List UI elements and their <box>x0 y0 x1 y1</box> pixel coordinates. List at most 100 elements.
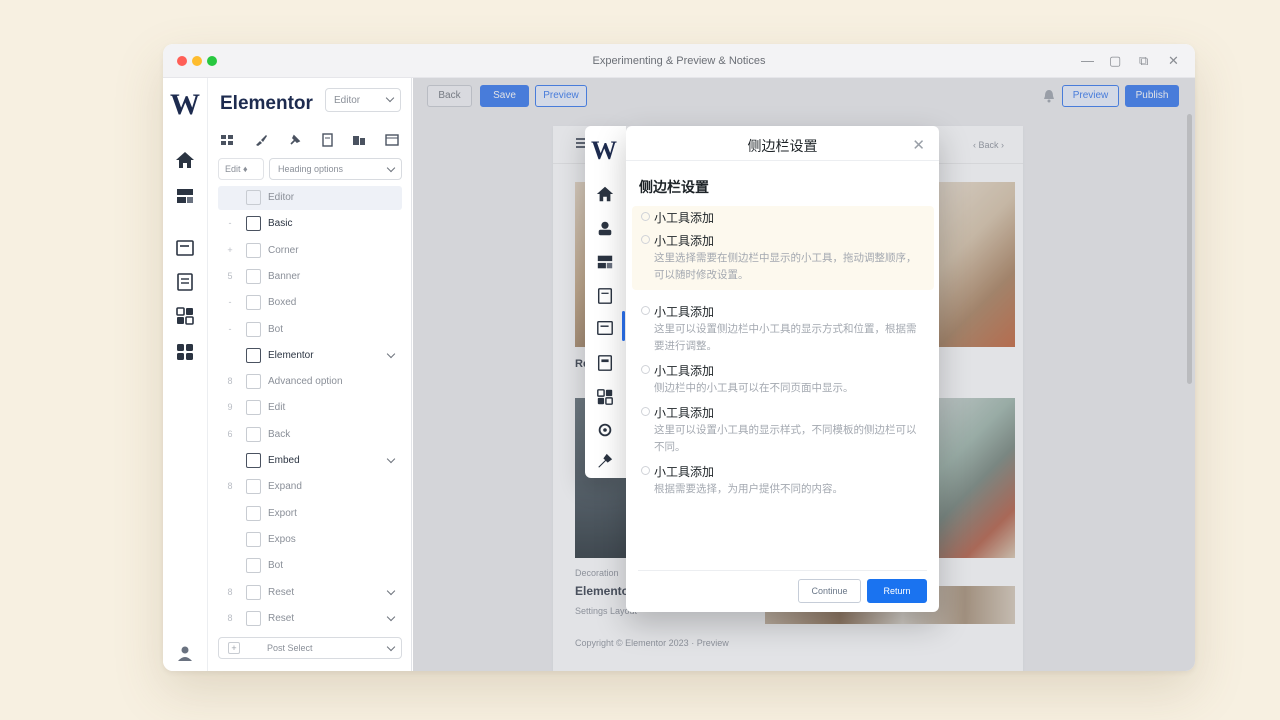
widget-list-item[interactable]: - Bot <box>218 318 402 342</box>
user-icon[interactable] <box>596 219 614 237</box>
chevron-down-icon <box>386 642 396 652</box>
layers-tool-icon[interactable] <box>352 133 366 147</box>
option-title[interactable]: 小工具添加 <box>654 232 714 249</box>
widget-list-item[interactable]: Elementor <box>218 344 402 368</box>
item-label: Banner <box>268 270 301 282</box>
item-label: Expand <box>268 481 302 493</box>
option-radio[interactable] <box>641 365 650 374</box>
item-index: - <box>228 323 232 334</box>
item-checkbox[interactable] <box>246 216 261 232</box>
media-icon[interactable] <box>175 238 195 258</box>
page-tool-icon[interactable] <box>320 133 334 147</box>
widgets-icon[interactable] <box>596 388 614 406</box>
item-checkbox[interactable] <box>246 453 261 468</box>
copy-icon[interactable]: ⧉ <box>1139 53 1148 69</box>
option-description: 这里可以设置侧边栏中小工具的显示方式和位置，根据需要进行调整。 <box>654 323 917 352</box>
option-radio[interactable] <box>641 407 650 416</box>
chevron-down-icon[interactable] <box>386 612 396 622</box>
edit-filter-chip[interactable]: Edit ♦ <box>218 158 264 180</box>
post-select[interactable]: + Post Select <box>218 637 402 659</box>
item-checkbox[interactable] <box>246 374 261 390</box>
widget-list-item[interactable]: 8 Reset <box>218 607 402 631</box>
continue-button[interactable]: Continue <box>798 579 861 603</box>
dialog-title: 侧边栏设置 <box>747 138 818 154</box>
widget-list-item[interactable]: 8 Reset <box>218 581 402 605</box>
layout-icon[interactable] <box>175 186 195 206</box>
widget-list-item[interactable]: 9 Edit <box>218 396 402 420</box>
mode-select[interactable]: Editor <box>325 88 401 112</box>
chevron-down-icon[interactable] <box>386 349 396 359</box>
user-icon[interactable] <box>175 644 195 664</box>
item-checkbox[interactable] <box>246 190 261 205</box>
minimize-icon[interactable]: — <box>1081 53 1094 68</box>
chevron-down-icon[interactable] <box>386 454 396 464</box>
option-radio[interactable] <box>641 235 650 244</box>
pin-tool-icon[interactable] <box>288 133 302 147</box>
item-checkbox[interactable] <box>246 479 261 495</box>
heading-options-select[interactable]: Heading options <box>269 158 402 180</box>
widget-list-item[interactable]: Embed <box>218 449 402 473</box>
option-radio[interactable] <box>641 466 650 475</box>
option-radio[interactable] <box>641 212 650 221</box>
item-checkbox[interactable] <box>246 426 261 442</box>
item-checkbox[interactable] <box>246 242 261 258</box>
wordpress-logo[interactable]: W <box>591 136 617 166</box>
widget-list-item[interactable]: - Basic <box>218 212 402 236</box>
item-checkbox[interactable] <box>246 295 261 311</box>
item-checkbox[interactable] <box>246 505 261 521</box>
chevron-down-icon[interactable] <box>386 586 396 595</box>
item-checkbox[interactable] <box>246 531 261 547</box>
layout-icon[interactable] <box>596 253 614 271</box>
option-title[interactable]: 小工具添加 <box>654 209 714 226</box>
item-checkbox[interactable] <box>246 321 261 337</box>
option-title[interactable]: 小工具添加 <box>654 404 714 421</box>
item-index: - <box>228 297 232 308</box>
widget-list-item[interactable]: + Corner <box>218 239 402 263</box>
close-icon[interactable]: ✕ <box>1168 53 1179 69</box>
widget-list-item[interactable]: 8 Advanced option <box>218 370 402 394</box>
home-icon[interactable] <box>596 185 614 203</box>
restore-icon[interactable]: ▢ <box>1109 53 1121 69</box>
item-checkbox[interactable] <box>246 268 261 284</box>
wordpress-logo[interactable]: W <box>170 88 200 122</box>
chevron-down-icon <box>385 93 395 103</box>
tools-icon[interactable] <box>596 452 614 470</box>
item-checkbox[interactable] <box>246 584 261 600</box>
add-icon[interactable]: + <box>228 642 240 654</box>
home-icon[interactable] <box>175 150 195 170</box>
widgets-icon[interactable] <box>175 306 195 326</box>
widget-list-item[interactable]: Bot <box>218 554 402 578</box>
document-icon[interactable] <box>175 272 195 292</box>
settings-icon[interactable] <box>596 421 614 439</box>
floating-sidebar: W <box>585 126 626 478</box>
item-checkbox[interactable] <box>246 400 261 416</box>
page-icon[interactable] <box>596 354 614 372</box>
grid-icon[interactable] <box>175 342 195 362</box>
widget-list-item[interactable]: - Boxed <box>218 291 402 315</box>
option-title[interactable]: 小工具添加 <box>654 362 714 379</box>
window-tool-icon[interactable] <box>385 133 399 147</box>
grid-tool-icon[interactable] <box>220 133 234 147</box>
widget-list-item[interactable]: 6 Back <box>218 423 402 447</box>
document-icon[interactable] <box>596 287 614 305</box>
canvas-scrollbar[interactable] <box>1187 114 1192 384</box>
active-indicator <box>622 311 625 341</box>
item-checkbox[interactable] <box>246 347 261 363</box>
close-icon[interactable]: ✕ <box>912 136 925 154</box>
brush-tool-icon[interactable] <box>254 133 268 147</box>
option-title[interactable]: 小工具添加 <box>654 303 714 320</box>
item-label: Elementor <box>268 349 314 361</box>
widget-list-item[interactable]: Export <box>218 502 402 526</box>
option-title[interactable]: 小工具添加 <box>654 463 714 480</box>
media-icon[interactable] <box>596 319 614 337</box>
widget-list-item[interactable]: 8 Expand <box>218 475 402 499</box>
option-description: 侧边栏中的小工具可以在不同页面中显示。 <box>654 382 854 394</box>
widget-list-item[interactable]: Editor <box>218 186 402 210</box>
return-button[interactable]: Return <box>867 579 927 603</box>
option-radio[interactable] <box>641 306 650 315</box>
title-bar: Experimenting & Preview & Notices — ▢ ⧉ … <box>163 44 1195 78</box>
widget-list-item[interactable]: 5 Banner <box>218 265 402 289</box>
widget-list-item[interactable]: Expos <box>218 528 402 552</box>
item-checkbox[interactable] <box>246 610 261 626</box>
item-checkbox[interactable] <box>246 558 261 574</box>
